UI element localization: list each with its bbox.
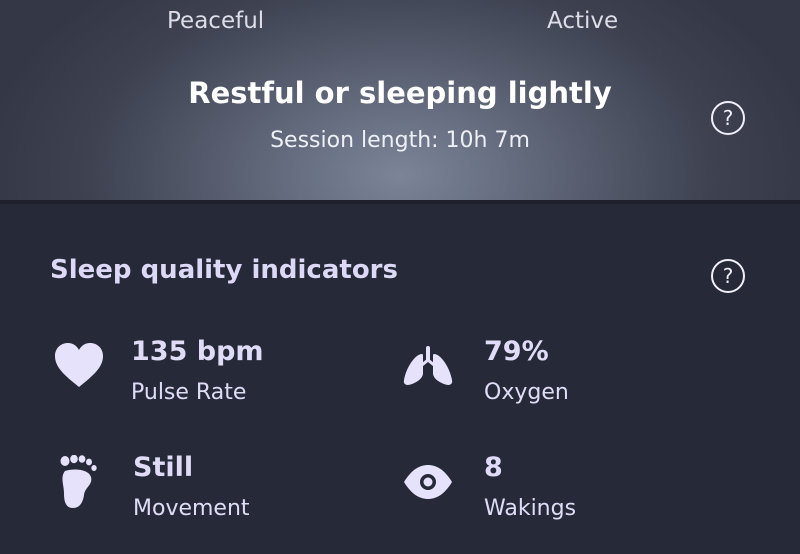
metric-label: Pulse Rate <box>131 380 247 405</box>
metric-value: 135 bpm <box>131 336 264 367</box>
status-help-button[interactable]: ? <box>711 101 745 135</box>
eye-icon <box>402 456 454 508</box>
heart-icon <box>53 340 105 392</box>
metric-label: Oxygen <box>484 380 569 405</box>
metric-value: Still <box>133 452 194 483</box>
question-icon: ? <box>722 264 734 288</box>
question-icon: ? <box>722 106 734 130</box>
sleep-state-title: Restful or sleeping lightly <box>188 76 612 110</box>
indicators-help-button[interactable]: ? <box>711 259 745 293</box>
section-divider <box>0 200 800 204</box>
scale-label-active: Active <box>547 8 619 34</box>
metric-label: Wakings <box>484 496 577 521</box>
scale-label-peaceful: Peaceful <box>167 8 265 34</box>
session-length: Session length: 10h 7m <box>270 128 530 153</box>
sleep-status-header: Peaceful Active Restful or sleeping ligh… <box>0 0 800 200</box>
indicators-section-title: Sleep quality indicators <box>50 255 398 285</box>
footprint-icon <box>53 455 105 508</box>
metric-value: 8 <box>484 452 503 483</box>
metric-label: Movement <box>133 496 250 521</box>
lungs-icon <box>402 340 454 392</box>
metric-value: 79% <box>484 336 549 367</box>
